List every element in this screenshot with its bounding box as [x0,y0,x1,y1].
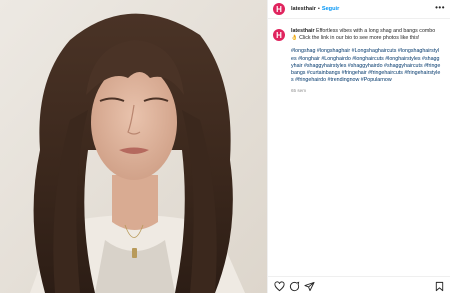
post-window: H latesthair • Seguir ••• H latesthair E… [0,0,450,293]
caption: latesthair Effortless vibes with a long … [291,28,441,95]
portrait-illustration [0,0,267,293]
avatar[interactable]: H [273,3,285,15]
username-link[interactable]: latesthair [291,6,316,12]
more-options-icon[interactable]: ••• [435,3,445,12]
post-details-panel: H latesthair • Seguir ••• H latesthair E… [267,0,450,293]
follow-button[interactable]: Seguir [322,6,339,12]
post-header: H latesthair • Seguir ••• [268,0,450,19]
caption-username[interactable]: latesthair [291,28,315,34]
separator-dot: • [317,6,320,12]
caption-block: H latesthair Effortless vibes with a lon… [273,28,445,95]
comment-icon[interactable] [289,281,300,292]
post-time: 65 sem [291,88,307,94]
bookmark-icon[interactable] [434,281,445,292]
heart-icon[interactable] [274,281,285,292]
action-bar [268,276,450,293]
caption-avatar[interactable]: H [273,29,285,41]
share-icon[interactable] [304,281,315,292]
hashtags[interactable]: #longshag #longshaghair #Longshaghaircut… [291,48,441,84]
post-photo[interactable] [0,0,267,293]
